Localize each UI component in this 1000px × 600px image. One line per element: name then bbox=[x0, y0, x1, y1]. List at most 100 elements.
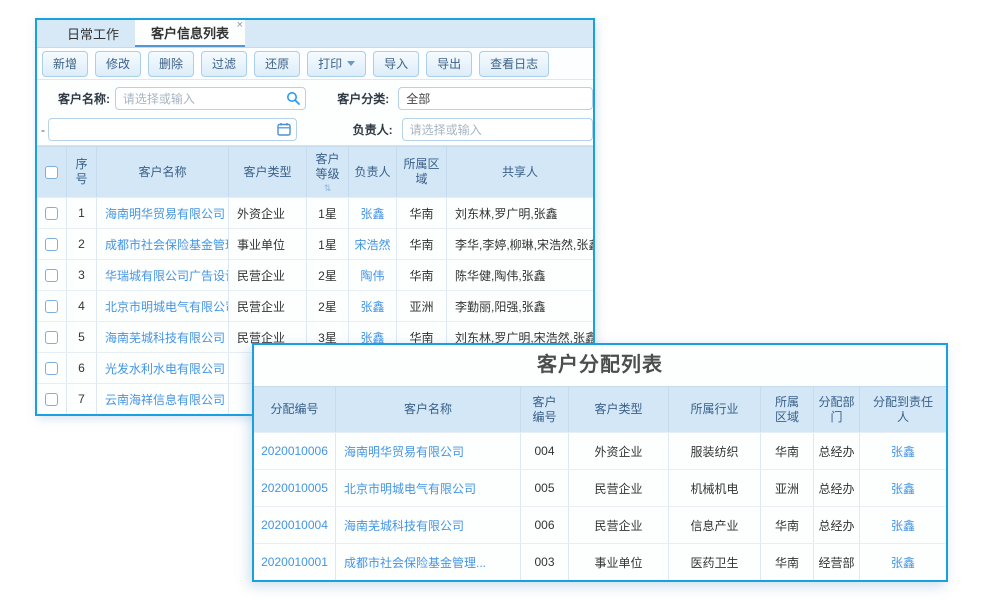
select-all-checkbox[interactable] bbox=[45, 166, 58, 179]
allocation-row[interactable]: 2020010004 海南芜城科技有限公司 006 民营企业 信息产业 华南 总… bbox=[254, 506, 946, 543]
customer-name-link[interactable]: 海南芜城科技有限公司 bbox=[97, 322, 229, 352]
shared-persons: 李勤丽,阳强,张鑫 bbox=[447, 291, 593, 321]
sort-icon[interactable] bbox=[324, 184, 332, 193]
customer-name-link[interactable]: 成都市社会保险基金管理... bbox=[336, 544, 521, 580]
dropdown-arrow-icon bbox=[347, 61, 355, 66]
assignee-link[interactable]: 张鑫 bbox=[860, 470, 946, 506]
customer-name-link[interactable]: 海南芜城科技有限公司 bbox=[336, 507, 521, 543]
customer-name-link[interactable]: 北京市明城电气有限公司 bbox=[336, 470, 521, 506]
tab-close-icon[interactable] bbox=[237, 20, 243, 31]
customer-name-input[interactable] bbox=[115, 87, 306, 110]
customer-row[interactable]: 2 成都市社会保险基金管理... 事业单位 1星 宋浩然 华南 李华,李婷,柳琳… bbox=[37, 228, 593, 259]
header-region: 所属区域 bbox=[761, 387, 814, 432]
customer-name-link[interactable]: 成都市社会保险基金管理... bbox=[97, 229, 229, 259]
customer-no: 006 bbox=[521, 507, 569, 543]
edit-button[interactable]: 修改 bbox=[95, 51, 141, 77]
shared-persons: 刘东林,罗广明,张鑫 bbox=[447, 198, 593, 228]
row-checkbox[interactable] bbox=[45, 300, 58, 313]
view-log-button[interactable]: 查看日志 bbox=[479, 51, 549, 77]
row-checkbox[interactable] bbox=[45, 393, 58, 406]
industry: 机械机电 bbox=[669, 470, 761, 506]
header-region: 所属区域 bbox=[397, 147, 447, 197]
filter-area: 客户名称: 客户分类: - bbox=[37, 80, 593, 146]
customer-type: 事业单位 bbox=[569, 544, 669, 580]
customer-name-link[interactable]: 北京市明城电气有限公司 bbox=[97, 291, 229, 321]
region: 华南 bbox=[397, 229, 447, 259]
tab-customer-info-list[interactable]: 客户信息列表 bbox=[135, 20, 245, 47]
customer-name-link[interactable]: 海南明华贸易有限公司 bbox=[97, 198, 229, 228]
tab-label: 客户信息列表 bbox=[151, 23, 229, 42]
region: 华南 bbox=[397, 198, 447, 228]
delete-button[interactable]: 删除 bbox=[148, 51, 194, 77]
customer-allocation-panel: 客户分配列表 分配编号 客户名称 客户编号 客户类型 所属行业 所属区域 分配部… bbox=[252, 343, 948, 582]
add-button[interactable]: 新增 bbox=[42, 51, 88, 77]
allocation-row[interactable]: 2020010006 海南明华贸易有限公司 004 外资企业 服装纺织 华南 总… bbox=[254, 432, 946, 469]
row-checkbox[interactable] bbox=[45, 331, 58, 344]
customer-name-link[interactable]: 华瑞城有限公司广告设计部 bbox=[97, 260, 229, 290]
customer-row[interactable]: 4 北京市明城电气有限公司 民营企业 2星 张鑫 亚洲 李勤丽,阳强,张鑫 bbox=[37, 290, 593, 321]
toolbar: 新增 修改 删除 过滤 还原 打印 导入 导出 查看日志 bbox=[37, 48, 593, 80]
industry: 服装纺织 bbox=[669, 433, 761, 469]
customer-name-link[interactable]: 光发水利水电有限公司 bbox=[97, 353, 229, 383]
header-department: 分配部门 bbox=[814, 387, 860, 432]
row-checkbox[interactable] bbox=[45, 238, 58, 251]
customer-row[interactable]: 1 海南明华贸易有限公司 外资企业 1星 张鑫 华南 刘东林,罗广明,张鑫 bbox=[37, 197, 593, 228]
alloc-no-link[interactable]: 2020010001 bbox=[254, 544, 336, 580]
header-customer-name: 客户名称 bbox=[97, 147, 229, 197]
customer-level: 2星 bbox=[307, 291, 349, 321]
alloc-no-link[interactable]: 2020010006 bbox=[254, 433, 336, 469]
shared-persons: 李华,李婷,柳琳,宋浩然,张鑫 bbox=[447, 229, 593, 259]
row-checkbox[interactable] bbox=[45, 207, 58, 220]
alloc-no-link[interactable]: 2020010004 bbox=[254, 507, 336, 543]
owner-link[interactable]: 张鑫 bbox=[349, 291, 397, 321]
owner-label: 负责人: bbox=[297, 121, 393, 138]
table-body: 2020010006 海南明华贸易有限公司 004 外资企业 服装纺织 华南 总… bbox=[254, 432, 946, 580]
region: 华南 bbox=[761, 507, 814, 543]
header-industry: 所属行业 bbox=[669, 387, 761, 432]
tab-daily-work[interactable]: 日常工作 bbox=[51, 20, 135, 47]
header-customer-level[interactable]: 客户等级 bbox=[307, 147, 349, 197]
header-owner: 负责人 bbox=[349, 147, 397, 197]
customer-level: 1星 bbox=[307, 198, 349, 228]
calendar-icon[interactable] bbox=[277, 122, 291, 136]
owner-link[interactable]: 宋浩然 bbox=[349, 229, 397, 259]
allocation-row[interactable]: 2020010005 北京市明城电气有限公司 005 民营企业 机械机电 亚洲 … bbox=[254, 469, 946, 506]
assignee-link[interactable]: 张鑫 bbox=[860, 507, 946, 543]
row-index: 3 bbox=[67, 260, 97, 290]
tab-label: 日常工作 bbox=[67, 24, 119, 43]
customer-name-link[interactable]: 云南海祥信息有限公司 bbox=[97, 384, 229, 414]
header-customer-no: 客户编号 bbox=[521, 387, 569, 432]
customer-row[interactable]: 3 华瑞城有限公司广告设计部 民营企业 2星 陶伟 华南 陈华健,陶伟,张鑫 bbox=[37, 259, 593, 290]
allocation-row[interactable]: 2020010001 成都市社会保险基金管理... 003 事业单位 医药卫生 … bbox=[254, 543, 946, 580]
customer-name-link[interactable]: 海南明华贸易有限公司 bbox=[336, 433, 521, 469]
department: 总经办 bbox=[814, 433, 860, 469]
header-shared: 共享人 bbox=[447, 147, 593, 197]
allocation-list-title: 客户分配列表 bbox=[254, 345, 946, 386]
customer-category-select[interactable] bbox=[398, 87, 593, 110]
date-input[interactable] bbox=[48, 118, 297, 141]
customer-category-label: 客户分类: bbox=[306, 90, 389, 107]
export-button[interactable]: 导出 bbox=[426, 51, 472, 77]
print-button[interactable]: 打印 bbox=[307, 51, 366, 77]
owner-input[interactable] bbox=[402, 118, 593, 141]
row-index: 1 bbox=[67, 198, 97, 228]
assignee-link[interactable]: 张鑫 bbox=[860, 544, 946, 580]
restore-button[interactable]: 还原 bbox=[254, 51, 300, 77]
table-header-row: 序号 客户名称 客户类型 客户等级 负责人 所属区域 共享人 bbox=[37, 146, 593, 197]
shared-persons: 陈华健,陶伟,张鑫 bbox=[447, 260, 593, 290]
assignee-link[interactable]: 张鑫 bbox=[860, 433, 946, 469]
row-checkbox[interactable] bbox=[45, 269, 58, 282]
region: 亚洲 bbox=[761, 470, 814, 506]
table-header-row: 分配编号 客户名称 客户编号 客户类型 所属行业 所属区域 分配部门 分配到责任… bbox=[254, 386, 946, 432]
row-checkbox[interactable] bbox=[45, 362, 58, 375]
owner-link[interactable]: 张鑫 bbox=[349, 198, 397, 228]
header-customer-type: 客户类型 bbox=[229, 147, 307, 197]
import-button[interactable]: 导入 bbox=[373, 51, 419, 77]
owner-link[interactable]: 陶伟 bbox=[349, 260, 397, 290]
search-icon[interactable] bbox=[286, 91, 300, 105]
filter-button[interactable]: 过滤 bbox=[201, 51, 247, 77]
region: 华南 bbox=[397, 260, 447, 290]
customer-no: 003 bbox=[521, 544, 569, 580]
alloc-no-link[interactable]: 2020010005 bbox=[254, 470, 336, 506]
header-assignee: 分配到责任人 bbox=[860, 387, 946, 432]
